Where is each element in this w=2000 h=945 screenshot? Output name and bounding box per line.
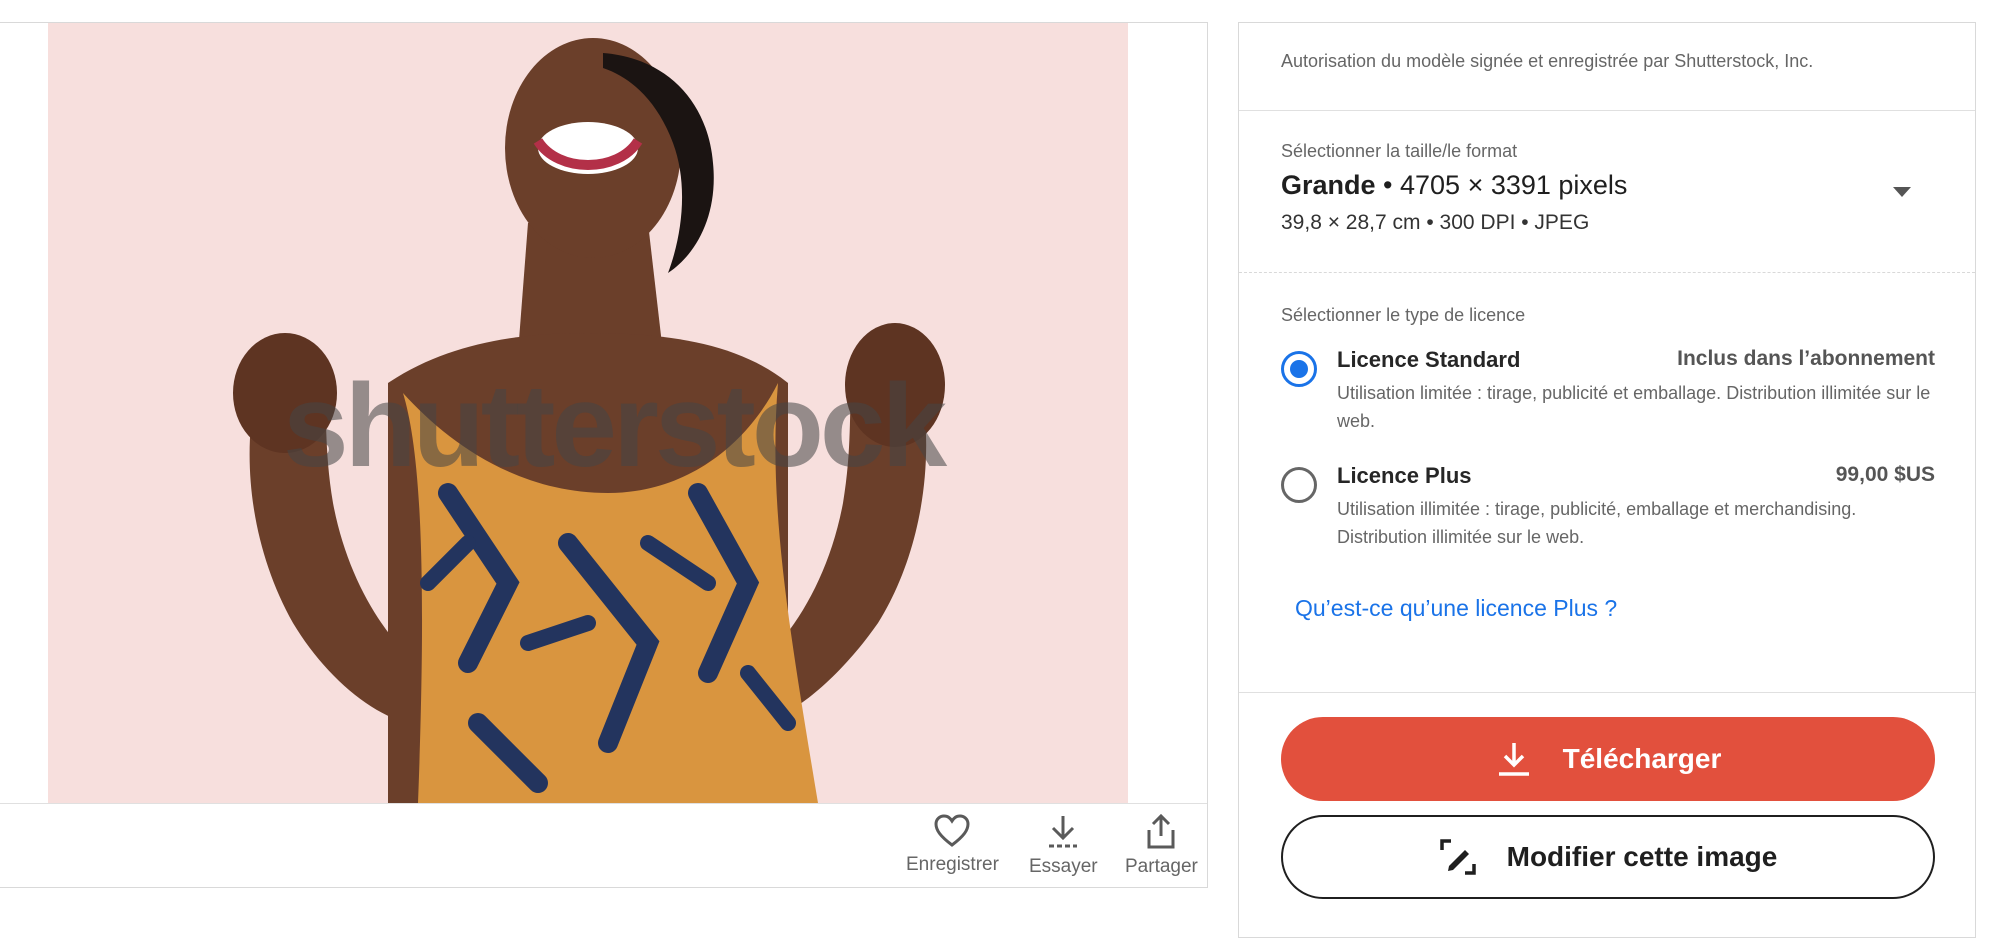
size-label: Sélectionner la taille/le format [1281,141,1518,161]
try-label: Essayer [1029,856,1098,877]
license-panel: Autorisation du modèle signée et enregis… [1238,22,1976,938]
size-pixels: 4705 × 3391 pixels [1400,170,1628,200]
share-label: Partager [1125,856,1198,877]
photo-illustration [233,38,945,803]
share-button[interactable]: Partager [1125,814,1198,878]
model-release-text: Autorisation du modèle signée et enregis… [1281,51,1814,71]
license-plus-price: 99,00 $US [1835,463,1935,486]
chevron-down-icon[interactable] [1893,187,1911,197]
try-button[interactable]: Essayer [1029,814,1098,878]
license-standard-price: Inclus dans l’abonnement [1677,347,1935,370]
download-icon [1049,816,1078,848]
size-separator: • [1375,170,1400,200]
heart-icon [934,814,970,847]
size-details: 39,8 × 28,7 cm • 300 DPI • JPEG [1281,211,1590,234]
download-button[interactable]: Télécharger [1281,717,1935,801]
radio-plus[interactable] [1281,467,1317,503]
edit-image-label: Modifier cette image [1506,841,1778,872]
radio-standard[interactable] [1281,351,1317,387]
download-icon [1495,740,1533,778]
license-plus-description: Utilisation illimitée : tirage, publicit… [1337,499,1857,547]
model-release-note: Autorisation du modèle signée et enregis… [1239,23,1975,111]
license-label: Sélectionner le type de licence [1281,305,1526,325]
size-name: Grande [1281,170,1376,200]
stock-photo[interactable]: shutterstock [48,23,1128,803]
license-standard-title: Licence Standard [1337,347,1521,372]
save-button[interactable]: Enregistrer [906,814,999,876]
edit-icon [1439,838,1477,876]
save-label: Enregistrer [906,854,999,875]
share-icon [1147,814,1175,849]
license-plus-info-link[interactable]: Qu’est-ce qu’une licence Plus ? [1295,595,1617,622]
license-standard-description: Utilisation limitée : tirage, publicité … [1337,383,1931,431]
image-action-bar: Enregistrer Essayer Partager [0,803,1207,889]
image-card: shutterstock Enregistrer Essayer Partage… [0,22,1208,888]
size-value: Grande • 4705 × 3391 pixels [1281,170,1933,201]
license-plus-title: Licence Plus [1337,463,1472,488]
license-type-section: Sélectionner le type de licence Licence … [1239,273,1975,693]
download-label: Télécharger [1562,743,1722,774]
size-selector[interactable]: Sélectionner la taille/le format Grande … [1239,111,1975,273]
edit-image-button[interactable]: Modifier cette image [1281,815,1935,899]
